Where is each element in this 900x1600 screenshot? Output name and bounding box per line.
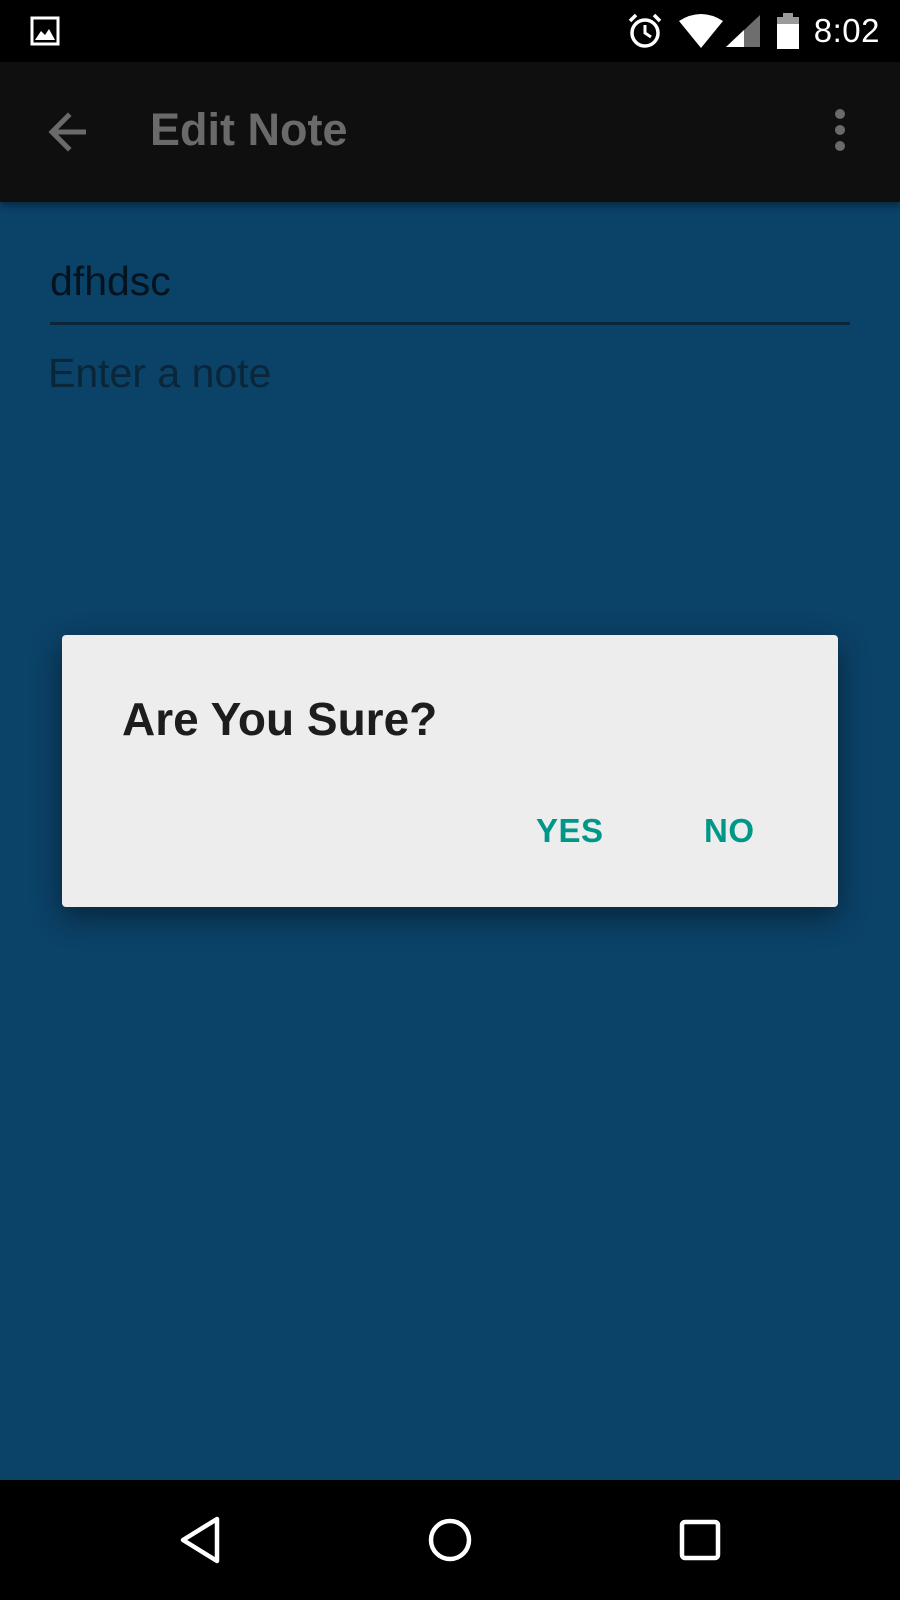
alarm-icon [626,12,664,50]
note-body-field[interactable]: Enter a note [48,348,271,398]
signal-icon [724,13,762,49]
no-button[interactable]: NO [704,803,755,859]
status-icons: 8:02 [626,0,880,62]
dialog-title: Are You Sure? [122,693,438,745]
wifi-icon [678,13,724,49]
note-title-value: dfhdsc [50,258,171,304]
nav-back-icon[interactable] [160,1500,240,1580]
page-title: Edit Note [150,104,348,155]
note-title-field[interactable]: dfhdsc [50,256,850,325]
screen: 8:02 Edit Note dfhdsc Enter a note Are Y… [0,0,900,1600]
image-icon [30,16,60,46]
arrow-back-icon[interactable] [38,102,98,162]
status-bar: 8:02 [0,0,900,62]
yes-button[interactable]: YES [536,803,604,859]
navigation-bar [0,1480,900,1600]
nav-home-icon[interactable] [410,1500,490,1580]
confirm-dialog: Are You Sure? YES NO [62,635,838,907]
nav-recents-icon[interactable] [660,1500,740,1580]
battery-icon [776,12,800,50]
status-time: 8:02 [813,12,880,49]
app-toolbar: Edit Note [0,62,900,202]
more-vert-icon[interactable] [810,100,870,160]
